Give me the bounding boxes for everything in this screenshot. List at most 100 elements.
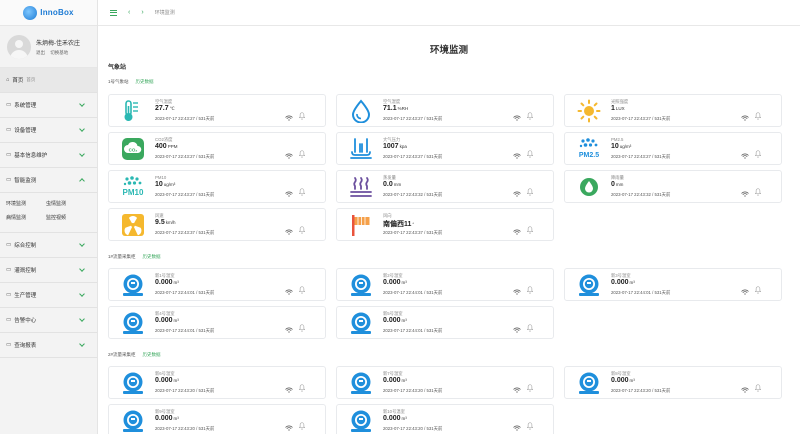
flow-meter-icon	[349, 371, 373, 395]
menu-toggle-icon[interactable]	[110, 9, 117, 16]
sensor-card[interactable]: 新2号温室 0.000m³ 2023-07-17 22:44:01 / 531天前	[336, 268, 554, 301]
sensor-value-number: 0.000	[155, 279, 173, 286]
sensor-value: 9.5km/h	[155, 219, 176, 226]
sensor-value: 0.000m³	[383, 377, 407, 384]
bell-icon[interactable]	[754, 183, 762, 196]
sensor-value: 0.000m³	[155, 415, 179, 422]
sensor-card[interactable]: 新5号温室 0.000m³ 2023-07-17 22:44:01 / 531天前	[336, 306, 554, 339]
bell-icon[interactable]	[298, 281, 306, 294]
sensor-value: 0.000m³	[383, 317, 407, 324]
chevron-down-icon	[79, 151, 85, 157]
sensor-unit: m³	[629, 280, 635, 285]
sensor-card[interactable]: CO₂ CO2浓度 400PPM 2023-07-17 22:43:27 / 531天…	[108, 132, 326, 165]
sensor-card[interactable]: 空气温度 27.7℃ 2023-07-17 22:43:27 / 531天前	[108, 94, 326, 127]
monitor-icon: ▭	[6, 102, 12, 108]
monitor-icon: ▭	[6, 342, 12, 348]
sensor-card[interactable]: 新10号温室 0.000m³ 2023-07-17 22:43:20 / 531天前	[336, 404, 554, 434]
bell-icon[interactable]	[526, 319, 534, 332]
bell-icon[interactable]	[526, 107, 534, 120]
submenu-disease-monitor[interactable]: 病情监测	[6, 215, 46, 229]
sensor-card[interactable]: PM10 PM10 10ug/m³ 2023-07-17 22:43:27 / 531…	[108, 170, 326, 203]
sensor-value-number: 南偏西11	[383, 221, 412, 228]
sensor-card[interactable]: 新3号温室 0.000m³ 2023-07-17 22:44:01 / 531天前	[564, 268, 782, 301]
sensor-value-number: 0.0	[383, 181, 393, 188]
sidebar-item-basic-info[interactable]: ▭ 基本信息维护	[0, 143, 97, 168]
sensor-value: 0.000m³	[611, 279, 635, 286]
sensor-card[interactable]: 新8号温室 0.000m³ 2023-07-17 22:43:20 / 531天前	[564, 366, 782, 399]
sidebar-item-irrigation[interactable]: ▭ 灌溉控制	[0, 258, 97, 283]
bell-icon[interactable]	[298, 417, 306, 430]
sensor-card[interactable]: 空气湿度 71.1%RH 2023-07-17 22:43:27 / 531天前	[336, 94, 554, 127]
back-arrow-icon[interactable]: ‹	[128, 9, 130, 16]
bell-icon[interactable]	[526, 221, 534, 234]
submenu-insect-monitor[interactable]: 虫情监测	[46, 201, 86, 215]
bell-icon[interactable]	[754, 107, 762, 120]
bell-icon[interactable]	[298, 107, 306, 120]
sensor-unit: m³	[173, 280, 179, 285]
user-name: 朱炳梅-佳禾农庄	[36, 40, 80, 47]
sensor-card[interactable]: 风速 9.5km/h 2023-07-17 22:43:37 / 531天前	[108, 208, 326, 241]
bell-icon[interactable]	[526, 379, 534, 392]
sensor-card[interactable]: PM2.5 PM2.5 10ug/m³ 2023-07-17 22:43:27 / 5…	[564, 132, 782, 165]
monitor-icon: ▭	[6, 292, 12, 298]
sensor-value-number: 0.000	[611, 279, 629, 286]
bell-icon[interactable]	[754, 379, 762, 392]
sensor-unit: LUX	[615, 106, 625, 111]
wifi-icon	[513, 222, 521, 235]
chevron-down-icon	[79, 266, 85, 272]
bell-icon[interactable]	[526, 281, 534, 294]
sensor-card[interactable]: 新6号温室 0.000m³ 2023-07-17 22:43:20 / 531天前	[108, 366, 326, 399]
bell-icon[interactable]	[298, 145, 306, 158]
history-link[interactable]: 历史数据	[136, 79, 154, 84]
sidebar-item-home[interactable]: ⌂ 首页 首页	[0, 68, 97, 93]
main-content: 环境监测 气象站 1号气象站 历史数据 1#流量采集柜 历史数据 2#流量采集柜 历史…	[98, 26, 800, 434]
sensor-value-number: 0.000	[155, 415, 173, 422]
sidebar-item-alarm[interactable]: ▭ 告警中心	[0, 308, 97, 333]
sensor-unit: ℃	[169, 106, 175, 111]
submenu-env-monitor[interactable]: 环境监测	[6, 201, 46, 215]
wifi-icon	[285, 222, 293, 235]
history-link[interactable]: 历史数据	[143, 254, 161, 259]
sensor-value-number: 71.1	[383, 105, 397, 112]
breadcrumb[interactable]: 环境监测	[155, 9, 175, 16]
forward-arrow-icon[interactable]: ›	[141, 9, 143, 16]
sensor-value: 71.1%RH	[383, 105, 408, 112]
sidebar-item-smart-monitor[interactable]: ▭ 智能监测	[0, 168, 97, 193]
sensor-card[interactable]: 新9号温室 0.000m³ 2023-07-17 22:43:20 / 531天前	[108, 404, 326, 434]
logo[interactable]: InnoBox	[0, 0, 97, 26]
wifi-icon	[513, 320, 521, 333]
sidebar-item-report[interactable]: ▭ 查询报表	[0, 333, 97, 358]
switch-base-link[interactable]: 切换基地	[50, 50, 68, 55]
sidebar-item-system[interactable]: ▭ 系统管理	[0, 93, 97, 118]
sensor-unit: m³	[629, 378, 635, 383]
sidebar-item-control[interactable]: ▭ 综合控制	[0, 233, 97, 258]
group-name: 1号气象站	[108, 79, 129, 84]
bell-icon[interactable]	[526, 417, 534, 430]
bell-icon[interactable]	[754, 145, 762, 158]
bell-icon[interactable]	[754, 281, 762, 294]
sensor-card[interactable]: 光照强度 1LUX 2023-07-17 22:43:27 / 531天前	[564, 94, 782, 127]
sensor-value-number: 0.000	[611, 377, 629, 384]
bell-icon[interactable]	[526, 183, 534, 196]
sensor-card[interactable]: 大气压力 1007kpa 2023-07-17 22:43:27 / 531天前	[336, 132, 554, 165]
sidebar-item-device[interactable]: ▭ 设备管理	[0, 118, 97, 143]
sensor-card[interactable]: 新1号温室 0.000m³ 2023-07-17 22:44:01 / 531天前	[108, 268, 326, 301]
logout-link[interactable]: 退出	[36, 50, 45, 55]
history-link[interactable]: 历史数据	[143, 352, 161, 357]
sensor-card[interactable]: 新4号温室 0.000m³ 2023-07-17 22:44:01 / 531天前	[108, 306, 326, 339]
sensor-value-number: 1007	[383, 143, 399, 150]
sensor-card[interactable]: 风向 南偏西11° 2023-07-17 22:43:37 / 531天前	[336, 208, 554, 241]
sensor-card[interactable]: 蒸发量 0.0mm 2023-07-17 22:43:32 / 531天前	[336, 170, 554, 203]
bell-icon[interactable]	[526, 145, 534, 158]
sidebar-item-production[interactable]: ▭ 生产管理	[0, 283, 97, 308]
sensor-card[interactable]: 降雨量 0mm 2023-07-17 22:43:32 / 531天前	[564, 170, 782, 203]
bell-icon[interactable]	[298, 319, 306, 332]
pm10-icon: PM10	[121, 175, 145, 199]
bell-icon[interactable]	[298, 183, 306, 196]
bell-icon[interactable]	[298, 221, 306, 234]
wifi-icon	[285, 320, 293, 333]
sensor-unit: ug/m³	[163, 182, 176, 187]
submenu-video-monitor[interactable]: 监控视频	[46, 215, 86, 229]
bell-icon[interactable]	[298, 379, 306, 392]
sensor-card[interactable]: 新7号温室 0.000m³ 2023-07-17 22:43:20 / 531天前	[336, 366, 554, 399]
